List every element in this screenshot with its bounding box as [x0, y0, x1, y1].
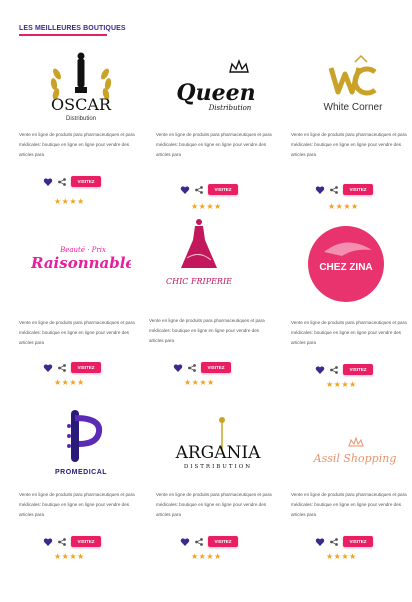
share-icon[interactable]	[187, 363, 197, 373]
svg-text:Beauté · Prix: Beauté · Prix	[59, 246, 106, 254]
rating-stars: ★★★★	[54, 197, 85, 206]
rating-stars: ★★★★	[326, 380, 357, 389]
shop-card-argania[interactable]: ARGANIA DISTRIBUTION Vente en ligne de p…	[156, 400, 280, 576]
promedical-logo[interactable]: PROMEDICAL	[19, 400, 143, 482]
share-icon[interactable]	[194, 185, 204, 195]
wc-monogram-icon: White Corner	[324, 54, 384, 113]
svg-text:White Corner: White Corner	[324, 102, 384, 113]
share-icon[interactable]	[329, 185, 339, 195]
rating-stars: ★★★★	[54, 552, 85, 561]
share-icon[interactable]	[57, 177, 67, 187]
svg-text:Distribution: Distribution	[208, 104, 252, 112]
shop-card-white-corner[interactable]: White Corner Vente en ligne de produits …	[291, 44, 412, 220]
raisonnable-logo[interactable]: Beauté · Prix Raisonnable	[19, 222, 143, 304]
share-icon[interactable]	[57, 537, 67, 547]
shop-description: Vente en ligne de produits para pharmace…	[291, 492, 407, 517]
share-icon[interactable]	[329, 365, 339, 375]
rating-stars: ★★★★	[328, 202, 359, 211]
svg-text:Raisonnable: Raisonnable	[31, 254, 131, 272]
oscar-logo[interactable]: OSCAR Distribution	[19, 44, 143, 126]
shop-card-raisonnable[interactable]: Beauté · Prix Raisonnable Vente en ligne…	[19, 222, 143, 398]
rating-stars: ★★★★	[184, 378, 215, 387]
visit-button[interactable]: VISITEZ	[208, 184, 238, 195]
svg-text:CHIC FRIPERIE: CHIC FRIPERIE	[166, 277, 232, 286]
queen-logo[interactable]: Queen Distribution	[156, 44, 280, 126]
shop-card-oscar[interactable]: OSCAR Distribution Vente en ligne de pro…	[19, 44, 143, 220]
svg-text:OSCAR: OSCAR	[51, 95, 112, 114]
shop-card-assil-shopping[interactable]: Assil Shopping Vente en ligne de produit…	[291, 400, 412, 576]
svg-text:Queen: Queen	[176, 80, 255, 106]
visit-button[interactable]: VISITEZ	[343, 364, 373, 375]
shop-description: Vente en ligne de produits para pharmace…	[149, 318, 265, 343]
heart-icon[interactable]	[315, 537, 325, 547]
shop-card-queen[interactable]: Queen Distribution Vente en ligne de pro…	[156, 44, 280, 220]
rating-stars: ★★★★	[326, 552, 357, 561]
p-monogram-icon: PROMEDICAL	[55, 410, 107, 476]
chez-zina-logo[interactable]: CHEZ ZINA	[291, 222, 401, 304]
visit-button[interactable]: VISITEZ	[71, 536, 101, 547]
visit-button[interactable]: VISITEZ	[208, 536, 238, 547]
svg-text:CHEZ ZINA: CHEZ ZINA	[319, 262, 372, 273]
dress-icon: CHIC FRIPERIE	[166, 219, 232, 286]
visit-button[interactable]: VISITEZ	[201, 362, 231, 373]
visit-button[interactable]: VISITEZ	[343, 184, 373, 195]
shop-description: Vente en ligne de produits para pharmace…	[156, 492, 272, 517]
shop-card-chic-friperie[interactable]: CHIC FRIPERIE Vente en ligne de produits…	[149, 210, 273, 387]
visit-button[interactable]: VISITEZ	[343, 536, 373, 547]
shop-description: Vente en ligne de produits para pharmace…	[291, 320, 407, 345]
shop-description: Vente en ligne de produits para pharmace…	[19, 132, 135, 157]
shop-description: Vente en ligne de produits para pharmace…	[291, 132, 407, 157]
visit-button[interactable]: VISITEZ	[71, 362, 101, 373]
svg-text:PROMEDICAL: PROMEDICAL	[55, 469, 107, 476]
share-icon[interactable]	[329, 537, 339, 547]
shop-card-promedical[interactable]: PROMEDICAL Vente en ligne de produits pa…	[19, 400, 143, 576]
heart-icon[interactable]	[180, 537, 190, 547]
chic-friperie-logo[interactable]: CHIC FRIPERIE	[149, 210, 249, 292]
white-corner-logo[interactable]: White Corner	[291, 44, 412, 126]
share-icon[interactable]	[194, 537, 204, 547]
shop-description: Vente en ligne de produits para pharmace…	[19, 492, 135, 517]
svg-text:Distribution: Distribution	[66, 116, 96, 122]
share-icon[interactable]	[57, 363, 67, 373]
heart-icon[interactable]	[315, 185, 325, 195]
visit-button[interactable]: VISITEZ	[71, 176, 101, 187]
svg-text:DISTRIBUTION: DISTRIBUTION	[184, 464, 252, 470]
heart-icon[interactable]	[43, 177, 53, 187]
rating-stars: ★★★★	[54, 378, 85, 387]
section-title: LES MEILLEURES BOUTIQUES	[19, 25, 126, 32]
heart-icon[interactable]	[315, 365, 325, 375]
rating-stars: ★★★★	[191, 552, 222, 561]
heart-icon[interactable]	[180, 185, 190, 195]
heart-icon[interactable]	[173, 363, 183, 373]
shop-description: Vente en ligne de produits para pharmace…	[19, 320, 135, 345]
assil-shopping-logo[interactable]: Assil Shopping	[291, 400, 412, 482]
argan-tree-icon: ARGANIA DISTRIBUTION	[175, 417, 262, 470]
shop-description: Vente en ligne de produits para pharmace…	[156, 132, 272, 157]
argania-logo[interactable]: ARGANIA DISTRIBUTION	[156, 400, 280, 482]
small-crown-icon: Assil Shopping	[313, 436, 397, 465]
section-underline	[19, 34, 107, 36]
oscar-trophy-icon: OSCAR Distribution	[50, 52, 112, 122]
crown-icon: Queen Distribution	[176, 59, 256, 112]
svg-text:Assil Shopping: Assil Shopping	[313, 452, 397, 465]
hat-lady-icon: CHEZ ZINA	[308, 226, 384, 302]
heart-icon[interactable]	[43, 363, 53, 373]
svg-text:ARGANIA: ARGANIA	[175, 443, 262, 463]
shop-card-chez-zina[interactable]: CHEZ ZINA Vente en ligne de produits par…	[291, 222, 412, 398]
raisonnable-script-icon: Beauté · Prix Raisonnable	[31, 246, 131, 272]
heart-icon[interactable]	[43, 537, 53, 547]
